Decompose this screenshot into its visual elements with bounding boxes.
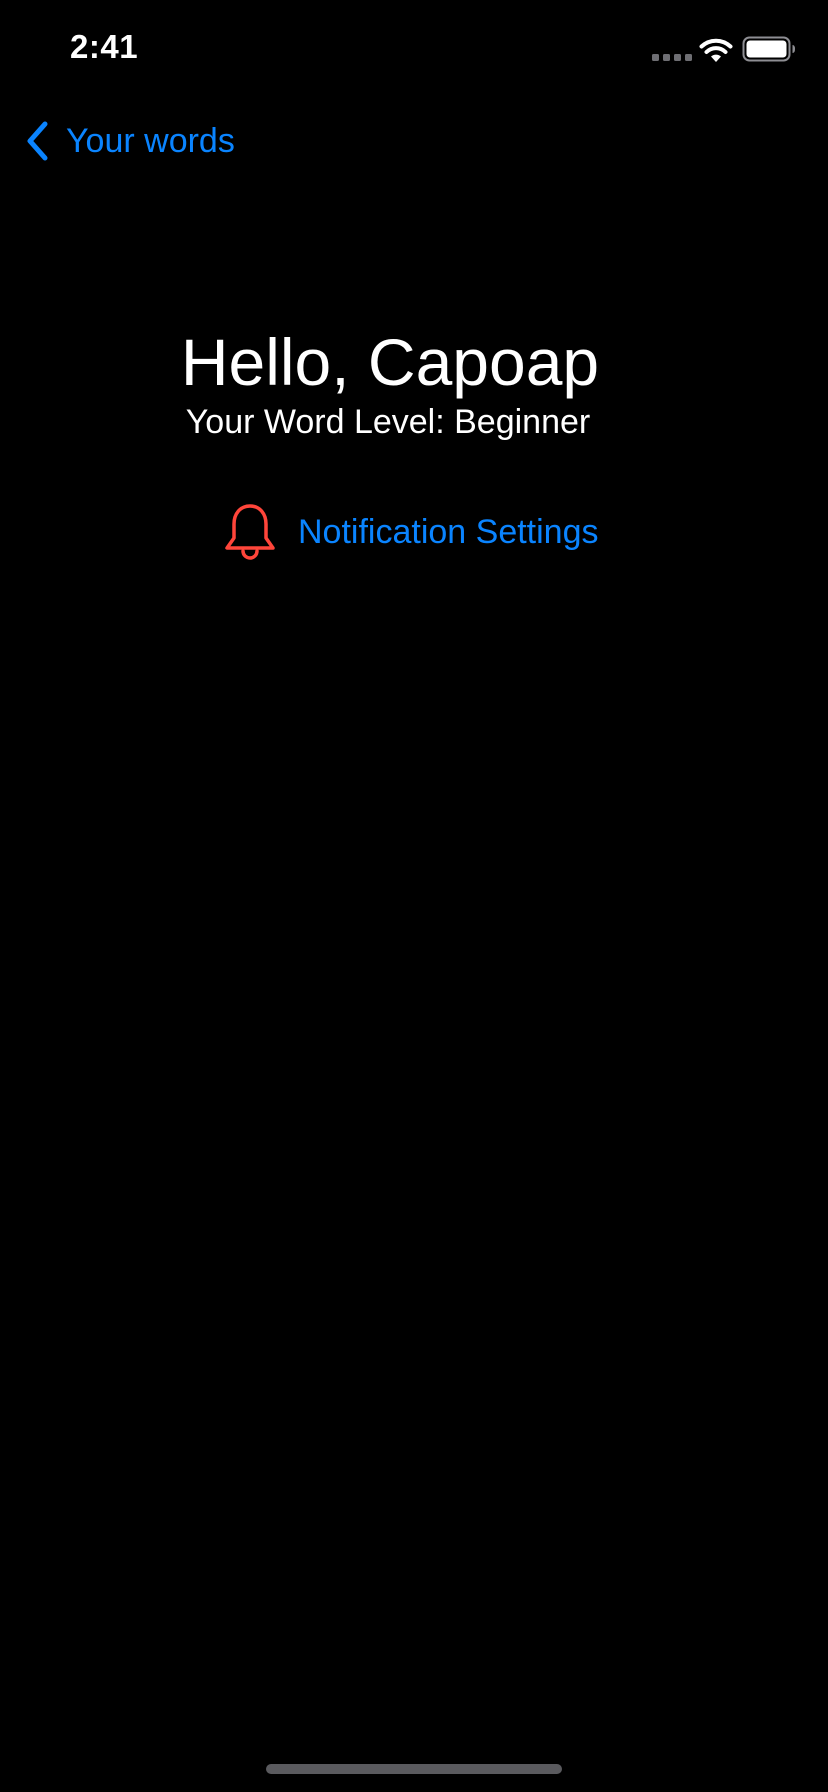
cellular-signal-icon (652, 54, 692, 61)
status-time: 2:41 (70, 28, 139, 65)
greeting-title: Hello, Capoap (180, 325, 600, 399)
home-indicator[interactable] (266, 1764, 562, 1774)
notification-settings-button[interactable]: Notification Settings (222, 500, 599, 564)
back-button[interactable]: Your words (24, 116, 235, 166)
chevron-left-icon (27, 121, 48, 161)
wifi-icon (699, 38, 733, 62)
bell-icon (225, 504, 275, 560)
notification-settings-label: Notification Settings (298, 512, 599, 551)
status-bar: 2:41 (0, 0, 828, 100)
battery-icon (742, 36, 795, 62)
word-level-text: Your Word Level: Beginner (185, 403, 591, 441)
back-button-label: Your words (66, 121, 235, 160)
